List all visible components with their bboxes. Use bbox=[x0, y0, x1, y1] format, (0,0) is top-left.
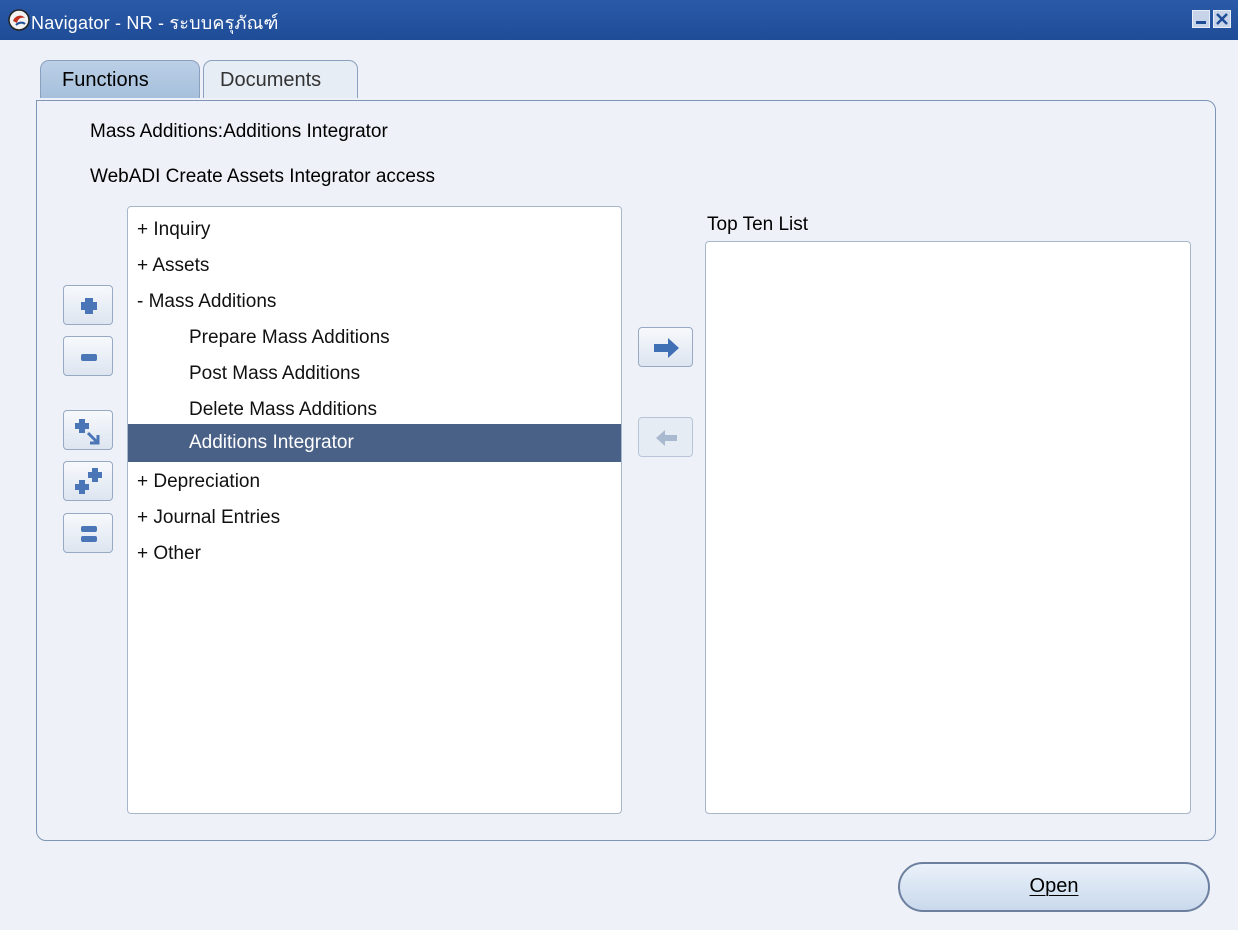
tab-documents-label: Documents bbox=[220, 69, 322, 91]
tree-item-label: - Mass Additions bbox=[137, 291, 277, 312]
tree-item-label: Additions Integrator bbox=[189, 432, 354, 453]
tab-functions-label: Functions bbox=[62, 69, 149, 91]
plus-icon bbox=[81, 298, 97, 314]
close-button[interactable] bbox=[1213, 10, 1231, 28]
tree-item-depreciation[interactable]: + Depreciation bbox=[128, 465, 621, 501]
navigator-window: Functions Documents Mass Additions:Addit… bbox=[0, 40, 1238, 930]
right-arrow-icon bbox=[654, 338, 679, 358]
tree-item-additions-integrator[interactable]: Additions Integrator bbox=[128, 424, 621, 462]
expand-button[interactable] bbox=[63, 285, 113, 325]
tree-item-label: + Journal Entries bbox=[137, 507, 281, 528]
tree-item-post-mass-additions[interactable]: Post Mass Additions bbox=[128, 357, 621, 393]
tree-item-label: Prepare Mass Additions bbox=[189, 327, 390, 348]
tree-item-label: + Other bbox=[137, 543, 201, 564]
tree-item-label: + Inquiry bbox=[137, 219, 211, 240]
selected-function-description: WebADI Create Assets Integrator access bbox=[90, 166, 435, 187]
tab-documents[interactable]: Documents bbox=[203, 60, 358, 98]
top-ten-label: Top Ten List bbox=[707, 214, 809, 235]
remove-from-top-ten-button[interactable] bbox=[638, 417, 693, 457]
top-ten-list[interactable] bbox=[705, 241, 1191, 814]
expand-all-button[interactable] bbox=[63, 461, 113, 501]
tree-item-inquiry[interactable]: + Inquiry bbox=[128, 213, 621, 249]
tree-item-prepare-mass-additions[interactable]: Prepare Mass Additions bbox=[128, 321, 621, 357]
function-tree[interactable]: + Inquiry + Assets - Mass Additions Prep… bbox=[127, 206, 622, 814]
expand-branch-button[interactable] bbox=[63, 410, 113, 450]
left-arrow-icon bbox=[656, 430, 677, 446]
title-bar: Navigator - NR - ระบบครุภัณฑ์ bbox=[0, 0, 1238, 40]
tab-functions[interactable]: Functions bbox=[40, 60, 200, 98]
tree-item-other[interactable]: + Other bbox=[128, 537, 621, 573]
collapse-all-icon bbox=[81, 526, 97, 542]
expand-branch-icon bbox=[75, 419, 100, 445]
tree-item-journal-entries[interactable]: + Journal Entries bbox=[128, 501, 621, 537]
tree-item-label: Delete Mass Additions bbox=[189, 399, 377, 420]
expand-all-icon bbox=[75, 468, 102, 494]
minimize-button[interactable] bbox=[1192, 10, 1210, 28]
tree-item-assets[interactable]: + Assets bbox=[128, 249, 621, 285]
open-button[interactable]: Open bbox=[898, 862, 1210, 912]
open-button-label: Open bbox=[1029, 875, 1079, 897]
collapse-button[interactable] bbox=[63, 336, 113, 376]
tree-item-mass-additions[interactable]: - Mass Additions bbox=[128, 285, 621, 321]
window-title: Navigator - NR - ระบบครุภัณฑ์ bbox=[31, 13, 279, 33]
selected-function-name: Mass Additions:Additions Integrator bbox=[90, 121, 388, 142]
add-to-top-ten-button[interactable] bbox=[638, 327, 693, 367]
tree-item-label: + Assets bbox=[137, 255, 210, 276]
oracle-app-icon bbox=[8, 9, 30, 31]
collapse-all-button[interactable] bbox=[63, 513, 113, 553]
tree-item-label: Post Mass Additions bbox=[189, 363, 361, 384]
minus-icon bbox=[81, 354, 97, 361]
tree-item-label: + Depreciation bbox=[137, 471, 261, 492]
